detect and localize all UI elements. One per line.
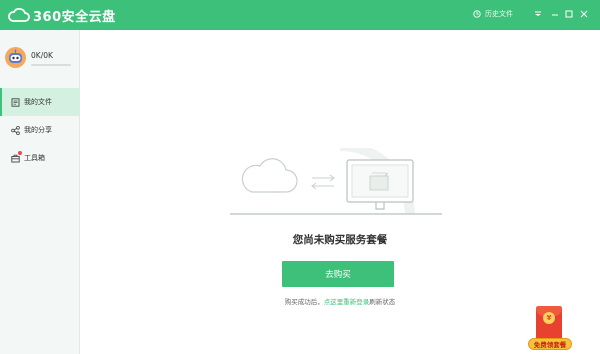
sidebar-item-my-files[interactable]: 我的文件 (0, 88, 80, 116)
cloud-to-computer-illustration (230, 148, 442, 215)
maximize-button[interactable] (563, 8, 575, 20)
hint-suffix: 刷新状态 (369, 298, 396, 306)
relogin-hint: 购买成功后，点这里重新登录刷新状态 (160, 296, 520, 306)
storage-quota: 0K/0K (31, 51, 53, 60)
toolbox-icon (10, 151, 22, 163)
robot-avatar-icon (9, 49, 22, 63)
no-plan-message: 您尚未购买服务套餐 (292, 234, 388, 246)
file-icon (10, 97, 20, 107)
red-envelope-icon: ¥ (536, 306, 562, 342)
minimize-button[interactable] (549, 8, 561, 20)
maximize-icon (565, 10, 573, 18)
clock-icon (473, 10, 481, 18)
close-button[interactable] (578, 8, 590, 20)
sidebar-item-label: 工具箱 (24, 154, 45, 162)
main-content: 您尚未购买服务套餐 去购买 购买成功后，点这里重新登录刷新状态 (80, 30, 600, 354)
sidebar: 0K/0K 我的文件 我的分享 工具箱 (0, 30, 80, 354)
app-title: 360安全云盘 (33, 9, 116, 25)
sidebar-item-label: 我的文件 (24, 98, 52, 106)
free-plan-promo[interactable]: ¥ 免费领套餐 (526, 306, 574, 354)
minimize-icon (552, 14, 558, 16)
sidebar-item-label: 我的分享 (24, 126, 52, 134)
close-icon (580, 10, 588, 18)
share-icon (10, 125, 20, 135)
avatar[interactable] (5, 47, 26, 68)
storage-quota-bar (31, 64, 71, 66)
promo-label: 免费领套餐 (528, 338, 572, 350)
buy-button[interactable]: 去购买 (282, 261, 394, 287)
sidebar-item-my-shares[interactable]: 我的分享 (0, 116, 80, 144)
notification-dot (18, 151, 22, 155)
coin-icon: ¥ (543, 312, 555, 324)
history-files-button[interactable]: 历史文件 (473, 9, 513, 19)
cloud-logo-icon (8, 7, 30, 22)
relogin-link[interactable]: 点这里重新登录 (324, 298, 370, 306)
history-label: 历史文件 (485, 10, 513, 18)
dropdown-menu-icon (535, 11, 541, 16)
hint-prefix: 购买成功后， (284, 298, 324, 306)
menu-button[interactable] (532, 8, 544, 20)
sidebar-item-toolbox[interactable]: 工具箱 (0, 144, 80, 172)
title-bar: 360安全云盘 历史文件 (0, 0, 600, 30)
app-logo: 360安全云盘 (8, 6, 116, 25)
